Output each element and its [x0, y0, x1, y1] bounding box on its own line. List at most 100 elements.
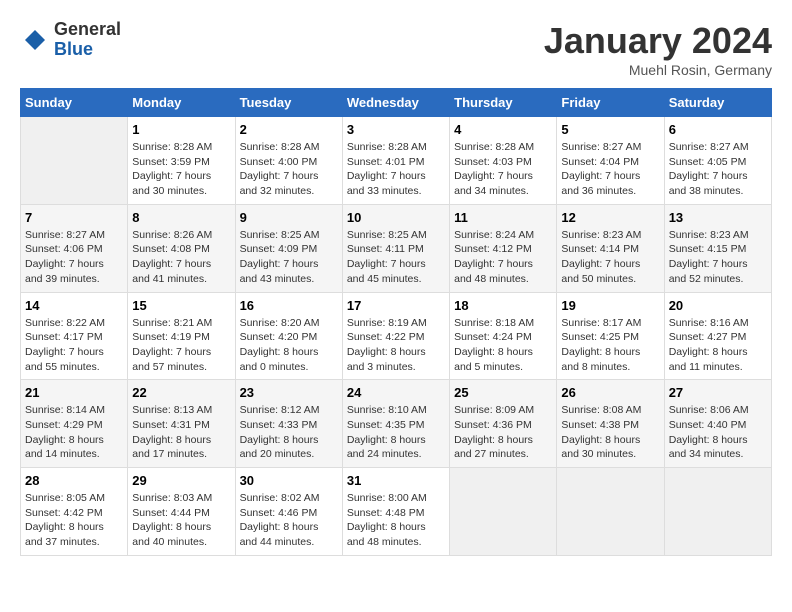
- logo: General Blue: [20, 20, 121, 60]
- day-info: Sunrise: 8:16 AMSunset: 4:27 PMDaylight:…: [669, 316, 767, 375]
- calendar-cell: 24Sunrise: 8:10 AMSunset: 4:35 PMDayligh…: [342, 380, 449, 468]
- day-number: 10: [347, 210, 445, 225]
- calendar-cell: 26Sunrise: 8:08 AMSunset: 4:38 PMDayligh…: [557, 380, 664, 468]
- day-info: Sunrise: 8:19 AMSunset: 4:22 PMDaylight:…: [347, 316, 445, 375]
- day-number: 28: [25, 473, 123, 488]
- logo-text: General Blue: [54, 20, 121, 60]
- calendar-cell: 10 Sunrise: 8:25 AMSunset: 4:11 PMDayligh…: [342, 204, 449, 292]
- day-info: Sunrise: 8:26 AMSunset: 4:08 PMDaylight:…: [132, 228, 230, 287]
- day-number: 13: [669, 210, 767, 225]
- day-info: Sunrise: 8:28 AMSunset: 3:59 PMDaylight:…: [132, 140, 230, 199]
- calendar-cell: [450, 468, 557, 556]
- calendar-week-row: 28 Sunrise: 8:05 AMSunset: 4:42 PMDayligh…: [21, 468, 772, 556]
- calendar-cell: [557, 468, 664, 556]
- day-info: Sunrise: 8:05 AMSunset: 4:42 PMDaylight:…: [25, 491, 123, 550]
- day-number: 19: [561, 298, 659, 313]
- day-number: 29: [132, 473, 230, 488]
- calendar-cell: [664, 468, 771, 556]
- day-number: 30: [240, 473, 338, 488]
- day-info: Sunrise: 8:10 AMSunset: 4:35 PMDaylight:…: [347, 403, 445, 462]
- day-number: 17: [347, 298, 445, 313]
- day-number: 12: [561, 210, 659, 225]
- day-info: Sunrise: 8:20 AMSunset: 4:20 PMDaylight:…: [240, 316, 338, 375]
- day-number: 27: [669, 385, 767, 400]
- calendar-cell: 31 Sunrise: 8:00 AMSunset: 4:48 PMDayligh…: [342, 468, 449, 556]
- calendar-cell: 23Sunrise: 8:12 AMSunset: 4:33 PMDayligh…: [235, 380, 342, 468]
- weekday-header: Thursday: [450, 89, 557, 117]
- page-header: General Blue January 2024 Muehl Rosin, G…: [20, 20, 772, 78]
- day-info: Sunrise: 8:17 AMSunset: 4:25 PMDaylight:…: [561, 316, 659, 375]
- month-title: January 2024: [544, 20, 772, 62]
- calendar-cell: 20Sunrise: 8:16 AMSunset: 4:27 PMDayligh…: [664, 292, 771, 380]
- day-info: Sunrise: 8:27 AMSunset: 4:05 PMDaylight:…: [669, 140, 767, 199]
- day-number: 23: [240, 385, 338, 400]
- day-number: 21: [25, 385, 123, 400]
- day-info: Sunrise: 8:28 AMSunset: 4:03 PMDaylight:…: [454, 140, 552, 199]
- day-number: 7: [25, 210, 123, 225]
- calendar-cell: 19 Sunrise: 8:17 AMSunset: 4:25 PMDayligh…: [557, 292, 664, 380]
- day-info: Sunrise: 8:09 AMSunset: 4:36 PMDaylight:…: [454, 403, 552, 462]
- calendar-cell: 21 Sunrise: 8:14 AMSunset: 4:29 PMDayligh…: [21, 380, 128, 468]
- day-info: Sunrise: 8:23 AMSunset: 4:14 PMDaylight:…: [561, 228, 659, 287]
- calendar-cell: 11 Sunrise: 8:24 AMSunset: 4:12 PMDayligh…: [450, 204, 557, 292]
- day-number: 18: [454, 298, 552, 313]
- day-number: 11: [454, 210, 552, 225]
- calendar-cell: 17 Sunrise: 8:19 AMSunset: 4:22 PMDayligh…: [342, 292, 449, 380]
- weekday-header: Friday: [557, 89, 664, 117]
- weekday-header: Tuesday: [235, 89, 342, 117]
- logo-blue-text: Blue: [54, 40, 121, 60]
- day-info: Sunrise: 8:06 AMSunset: 4:40 PMDaylight:…: [669, 403, 767, 462]
- calendar-cell: 14 Sunrise: 8:22 AMSunset: 4:17 PMDayligh…: [21, 292, 128, 380]
- calendar-cell: [21, 117, 128, 205]
- day-number: 5: [561, 122, 659, 137]
- day-number: 14: [25, 298, 123, 313]
- calendar-cell: 1 Sunrise: 8:28 AMSunset: 3:59 PMDaylight…: [128, 117, 235, 205]
- day-number: 4: [454, 122, 552, 137]
- calendar-cell: 30 Sunrise: 8:02 AMSunset: 4:46 PMDayligh…: [235, 468, 342, 556]
- calendar-cell: 6 Sunrise: 8:27 AMSunset: 4:05 PMDaylight…: [664, 117, 771, 205]
- calendar-cell: 15Sunrise: 8:21 AMSunset: 4:19 PMDayligh…: [128, 292, 235, 380]
- logo-general-text: General: [54, 20, 121, 40]
- day-info: Sunrise: 8:08 AMSunset: 4:38 PMDaylight:…: [561, 403, 659, 462]
- day-number: 6: [669, 122, 767, 137]
- weekday-header: Saturday: [664, 89, 771, 117]
- day-info: Sunrise: 8:03 AMSunset: 4:44 PMDaylight:…: [132, 491, 230, 550]
- day-info: Sunrise: 8:28 AMSunset: 4:00 PMDaylight:…: [240, 140, 338, 199]
- title-block: January 2024 Muehl Rosin, Germany: [544, 20, 772, 78]
- calendar-cell: 18Sunrise: 8:18 AMSunset: 4:24 PMDayligh…: [450, 292, 557, 380]
- calendar-cell: 29 Sunrise: 8:03 AMSunset: 4:44 PMDayligh…: [128, 468, 235, 556]
- calendar-cell: 13Sunrise: 8:23 AMSunset: 4:15 PMDayligh…: [664, 204, 771, 292]
- day-info: Sunrise: 8:02 AMSunset: 4:46 PMDaylight:…: [240, 491, 338, 550]
- calendar-cell: 28 Sunrise: 8:05 AMSunset: 4:42 PMDayligh…: [21, 468, 128, 556]
- day-number: 3: [347, 122, 445, 137]
- day-info: Sunrise: 8:14 AMSunset: 4:29 PMDaylight:…: [25, 403, 123, 462]
- weekday-header-row: SundayMondayTuesdayWednesdayThursdayFrid…: [21, 89, 772, 117]
- calendar-cell: 9 Sunrise: 8:25 AMSunset: 4:09 PMDaylight…: [235, 204, 342, 292]
- calendar-cell: 25 Sunrise: 8:09 AMSunset: 4:36 PMDayligh…: [450, 380, 557, 468]
- day-number: 2: [240, 122, 338, 137]
- day-number: 9: [240, 210, 338, 225]
- day-info: Sunrise: 8:27 AMSunset: 4:04 PMDaylight:…: [561, 140, 659, 199]
- day-info: Sunrise: 8:13 AMSunset: 4:31 PMDaylight:…: [132, 403, 230, 462]
- calendar-cell: 3 Sunrise: 8:28 AMSunset: 4:01 PMDaylight…: [342, 117, 449, 205]
- day-info: Sunrise: 8:25 AMSunset: 4:11 PMDaylight:…: [347, 228, 445, 287]
- calendar-cell: 4 Sunrise: 8:28 AMSunset: 4:03 PMDaylight…: [450, 117, 557, 205]
- calendar-cell: 5 Sunrise: 8:27 AMSunset: 4:04 PMDaylight…: [557, 117, 664, 205]
- day-info: Sunrise: 8:28 AMSunset: 4:01 PMDaylight:…: [347, 140, 445, 199]
- day-number: 22: [132, 385, 230, 400]
- weekday-header: Sunday: [21, 89, 128, 117]
- location: Muehl Rosin, Germany: [544, 62, 772, 78]
- day-info: Sunrise: 8:27 AMSunset: 4:06 PMDaylight:…: [25, 228, 123, 287]
- day-number: 31: [347, 473, 445, 488]
- day-number: 8: [132, 210, 230, 225]
- calendar-week-row: 1 Sunrise: 8:28 AMSunset: 3:59 PMDaylight…: [21, 117, 772, 205]
- day-info: Sunrise: 8:22 AMSunset: 4:17 PMDaylight:…: [25, 316, 123, 375]
- day-info: Sunrise: 8:25 AMSunset: 4:09 PMDaylight:…: [240, 228, 338, 287]
- calendar-cell: 8 Sunrise: 8:26 AMSunset: 4:08 PMDaylight…: [128, 204, 235, 292]
- day-info: Sunrise: 8:00 AMSunset: 4:48 PMDaylight:…: [347, 491, 445, 550]
- day-number: 25: [454, 385, 552, 400]
- day-number: 1: [132, 122, 230, 137]
- logo-icon: [20, 25, 50, 55]
- calendar-cell: 2 Sunrise: 8:28 AMSunset: 4:00 PMDaylight…: [235, 117, 342, 205]
- day-info: Sunrise: 8:24 AMSunset: 4:12 PMDaylight:…: [454, 228, 552, 287]
